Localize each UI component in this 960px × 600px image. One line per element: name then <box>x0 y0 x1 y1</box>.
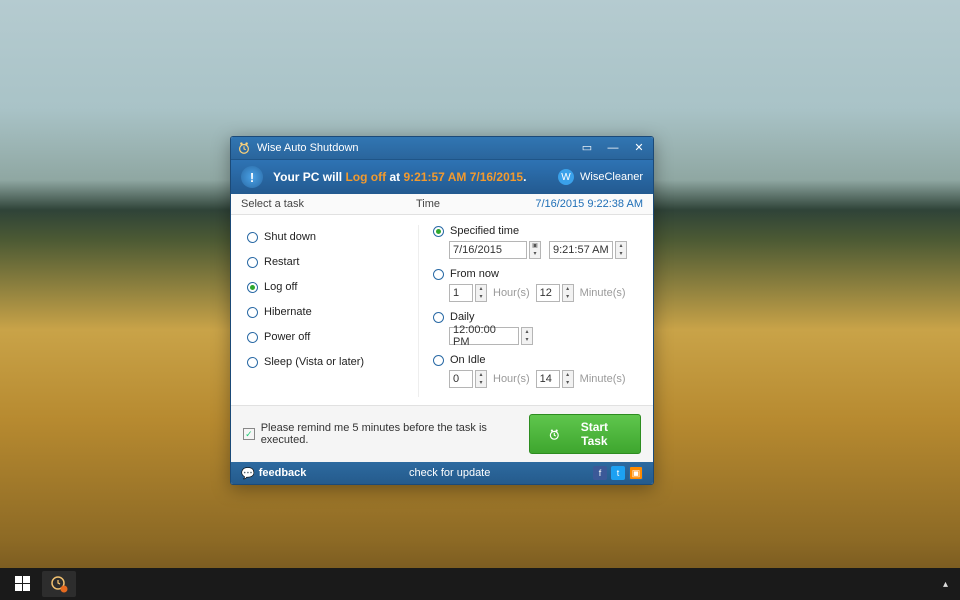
radio-restart[interactable]: Restart <box>247 256 418 268</box>
radio-poweroff[interactable]: Power off <box>247 331 418 343</box>
radio-from-now[interactable]: From now <box>433 268 641 280</box>
fromnow-hours-input[interactable]: 1 <box>449 284 473 302</box>
settings-button[interactable]: ▭ <box>579 143 595 154</box>
idle-minutes-input[interactable]: 14 <box>536 370 560 388</box>
brand-link[interactable]: W WiseCleaner <box>558 169 643 185</box>
rss-icon[interactable]: ▣ <box>629 466 643 480</box>
column-headers: Select a task Time 7/16/2015 9:22:38 AM <box>231 194 653 215</box>
minimize-button[interactable]: — <box>605 143 621 154</box>
status-banner: ! Your PC will Log off at 9:21:57 AM 7/1… <box>231 159 653 194</box>
header-task: Select a task <box>241 198 416 210</box>
check-update-link[interactable]: check for update <box>306 467 593 479</box>
radio-shutdown[interactable]: Shut down <box>247 231 418 243</box>
app-window: Wise Auto Shutdown ▭ — ✕ ! Your PC will … <box>230 136 654 485</box>
header-datetime: 7/16/2015 9:22:38 AM <box>535 198 643 210</box>
idle-hours-spinner[interactable]: ▴▾ <box>475 370 487 388</box>
time-options: Specified time 7/16/2015 ▣▾ 9:21:57 AM ▴… <box>418 225 641 397</box>
taskbar: ▴ <box>0 568 960 600</box>
twitter-icon[interactable]: t <box>611 466 625 480</box>
fromnow-hours-label: Hour(s) <box>493 287 530 299</box>
time-spinner[interactable]: ▴▾ <box>615 241 627 259</box>
radio-sleep[interactable]: Sleep (Vista or later) <box>247 356 418 368</box>
desktop: Wise Auto Shutdown ▭ — ✕ ! Your PC will … <box>0 0 960 600</box>
status-message: Your PC will Log off at 9:21:57 AM 7/16/… <box>273 170 526 184</box>
daily-time-input[interactable]: 12:00:00 PM <box>449 327 519 345</box>
radio-on-idle[interactable]: On Idle <box>433 354 641 366</box>
idle-minutes-spinner[interactable]: ▴▾ <box>562 370 574 388</box>
radio-hibernate[interactable]: Hibernate <box>247 306 418 318</box>
taskbar-app-icon[interactable] <box>42 571 76 597</box>
app-icon <box>237 141 251 155</box>
task-list: Shut down Restart Log off Hibernate Powe… <box>243 225 418 397</box>
idle-hours-input[interactable]: 0 <box>449 370 473 388</box>
action-bar: ✓ Please remind me 5 minutes before the … <box>231 405 653 462</box>
date-dropdown[interactable]: ▣▾ <box>529 241 541 259</box>
date-input[interactable]: 7/16/2015 <box>449 241 527 259</box>
tray-arrow-icon[interactable]: ▴ <box>937 575 954 594</box>
fromnow-minutes-label: Minute(s) <box>580 287 626 299</box>
fromnow-minutes-input[interactable]: 12 <box>536 284 560 302</box>
remind-label: Please remind me 5 minutes before the ta… <box>261 422 530 446</box>
footer: 💬 feedback check for update f t ▣ <box>231 462 653 484</box>
speech-icon: 💬 <box>241 467 255 480</box>
brand-badge-icon: W <box>558 169 574 185</box>
radio-logoff[interactable]: Log off <box>247 281 418 293</box>
facebook-icon[interactable]: f <box>593 466 607 480</box>
header-time: Time <box>416 198 535 210</box>
idle-hours-label: Hour(s) <box>493 373 530 385</box>
start-button[interactable] <box>6 571 40 597</box>
remind-checkbox[interactable]: ✓ <box>243 428 255 440</box>
start-task-button[interactable]: Start Task <box>529 414 641 454</box>
titlebar[interactable]: Wise Auto Shutdown ▭ — ✕ <box>231 137 653 159</box>
radio-specified-time[interactable]: Specified time <box>433 225 641 237</box>
close-button[interactable]: ✕ <box>631 143 647 154</box>
info-icon: ! <box>241 166 263 188</box>
fromnow-minutes-spinner[interactable]: ▴▾ <box>562 284 574 302</box>
radio-daily[interactable]: Daily <box>433 311 641 323</box>
idle-minutes-label: Minute(s) <box>580 373 626 385</box>
fromnow-hours-spinner[interactable]: ▴▾ <box>475 284 487 302</box>
feedback-link[interactable]: 💬 feedback <box>241 467 306 480</box>
windows-icon <box>15 576 31 592</box>
daily-time-spinner[interactable]: ▴▾ <box>521 327 533 345</box>
clock-icon <box>548 428 561 441</box>
time-input[interactable]: 9:21:57 AM <box>549 241 613 259</box>
window-title: Wise Auto Shutdown <box>257 142 579 154</box>
